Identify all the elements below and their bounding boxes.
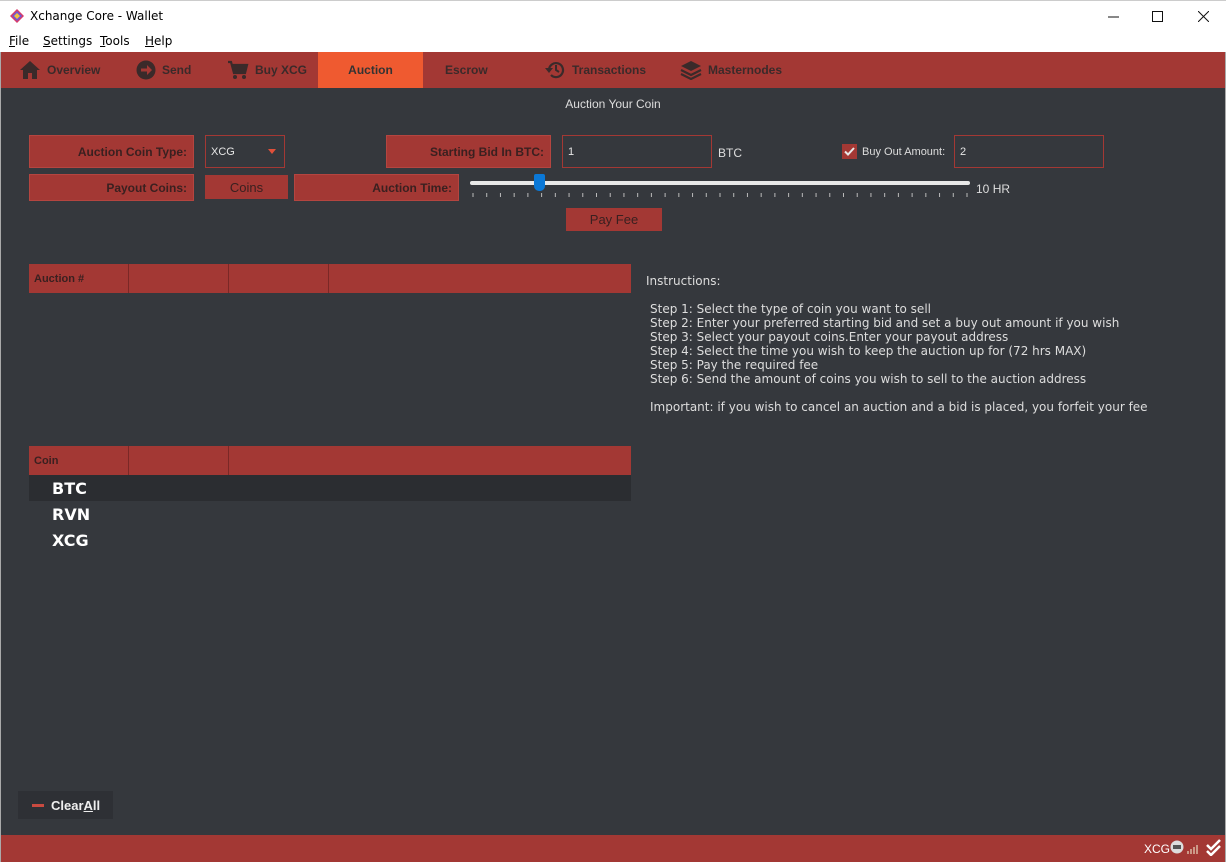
tab-escrow-label: Escrow: [445, 63, 488, 77]
auction-col-id[interactable]: Auction #: [29, 264, 129, 293]
table-row[interactable]: RVN: [29, 501, 631, 527]
instructions-steps: Step 1: Select the type of coin you want…: [650, 302, 1119, 386]
starting-bid-label: Starting Bid In BTC:: [386, 135, 551, 168]
tab-send[interactable]: Send: [136, 52, 191, 88]
cart-icon: [228, 60, 249, 79]
tab-escrow[interactable]: Escrow: [445, 52, 488, 88]
table-row[interactable]: BTC: [29, 475, 631, 501]
coin-col-2[interactable]: [129, 446, 229, 475]
title-bar: Xchange Core - Wallet: [0, 0, 1226, 31]
coin-col-3[interactable]: [229, 446, 631, 475]
maximize-icon: [1151, 11, 1163, 22]
tab-masternodes[interactable]: Masternodes: [680, 52, 782, 88]
coin-table-header: Coin: [29, 446, 631, 475]
checkmark-icon: [844, 147, 855, 156]
tab-auction-label: Auction: [348, 63, 393, 77]
close-button[interactable]: [1180, 1, 1226, 32]
synced-check-icon[interactable]: [1206, 839, 1222, 856]
hd-wallet-icon: [1170, 840, 1184, 854]
instruction-step: Step 1: Select the type of coin you want…: [650, 302, 931, 316]
starting-bid-input[interactable]: 1: [562, 135, 712, 168]
minimize-button[interactable]: [1090, 1, 1136, 32]
auction-time-value: 10 HR: [976, 182, 1010, 196]
tab-buy-xcg-label: Buy XCG: [255, 63, 308, 77]
auction-coin-type-select[interactable]: XCG: [205, 135, 285, 168]
tab-transactions-label: Transactions: [572, 63, 647, 77]
menu-settings[interactable]: Settings: [43, 34, 92, 48]
menu-settings-mnemonic: S: [43, 34, 51, 48]
menu-help-mnemonic: H: [145, 34, 155, 48]
tab-overview[interactable]: Overview: [19, 52, 100, 88]
tab-buy-xcg[interactable]: Buy XCG: [227, 52, 307, 88]
main-frame: Overview Send Buy XCG Auction Escrow Tra…: [0, 52, 1226, 862]
menu-tools-label: ools: [105, 34, 130, 48]
layers-icon: [680, 61, 702, 80]
status-unit[interactable]: XCG: [1144, 842, 1170, 856]
buyout-label: Buy Out Amount:: [862, 146, 946, 158]
close-icon: [1197, 11, 1209, 22]
connections-icon[interactable]: [1187, 841, 1200, 854]
menu-help[interactable]: Help: [145, 34, 172, 48]
tab-auction[interactable]: Auction: [318, 52, 423, 88]
auction-time-number: 10: [976, 182, 990, 196]
page-title: Auction Your Coin: [565, 97, 661, 111]
xchange-logo-icon: [10, 9, 24, 23]
menu-bar: File Settings Tools Help: [0, 31, 1226, 52]
home-icon: [20, 61, 40, 79]
menu-file-label: ile: [15, 34, 30, 48]
clear-all-mnemonic: A: [83, 797, 93, 813]
auction-coin-type-label: Auction Coin Type:: [29, 135, 194, 168]
clear-all-button[interactable]: Clear All: [18, 791, 113, 819]
minimize-icon: [1107, 16, 1119, 18]
minus-icon: [32, 803, 44, 807]
tab-overview-label: Overview: [47, 63, 101, 77]
nav-tabs: Overview Send Buy XCG Auction Escrow Tra…: [1, 52, 1225, 88]
instruction-step: Step 4: Select the time you wish to keep…: [650, 344, 1087, 358]
auction-col-3[interactable]: [229, 264, 329, 293]
coins-button[interactable]: Coins: [205, 175, 288, 199]
buyout-amount-input[interactable]: 2: [954, 135, 1104, 168]
instruction-step: Step 3: Select your payout coins.Enter y…: [650, 330, 1009, 344]
maximize-button[interactable]: [1134, 1, 1180, 32]
slider-ticks: [472, 193, 968, 197]
instructions-important: Important: if you wish to cancel an auct…: [650, 400, 1148, 414]
auction-coin-type-value: XCG: [211, 145, 235, 158]
menu-help-label: elp: [154, 34, 173, 48]
menu-tools[interactable]: Tools: [100, 34, 130, 48]
send-arrow-icon: [136, 60, 156, 80]
auction-table-header: Auction #: [29, 264, 631, 293]
clear-all-label: Clear: [51, 797, 84, 813]
instructions-title: Instructions:: [646, 274, 721, 288]
history-icon: [545, 62, 565, 79]
auction-time-slider-handle[interactable]: [533, 174, 545, 191]
menu-file[interactable]: File: [9, 34, 29, 48]
tab-masternodes-label: Masternodes: [708, 63, 783, 77]
auction-col-4[interactable]: [329, 264, 631, 293]
instruction-step: Step 2: Enter your preferred starting bi…: [650, 316, 1120, 330]
auction-time-slider[interactable]: [470, 181, 970, 185]
instruction-step: Step 6: Send the amount of coins you wis…: [650, 372, 1087, 386]
tab-send-label: Send: [162, 63, 192, 77]
buyout-checkbox[interactable]: [842, 144, 857, 159]
window-title: Xchange Core - Wallet: [30, 9, 164, 23]
table-row[interactable]: XCG: [29, 527, 631, 553]
payout-coins-label: Payout Coins:: [29, 174, 194, 201]
clear-all-label-rest: ll: [92, 797, 101, 813]
menu-settings-label: ettings: [50, 34, 93, 48]
starting-bid-unit: BTC: [718, 146, 742, 160]
auction-time-label: Auction Time:: [294, 174, 459, 201]
auction-time-unit: HR: [992, 182, 1011, 196]
pay-fee-button[interactable]: Pay Fee: [566, 208, 662, 231]
instruction-step: Step 5: Pay the required fee: [650, 358, 819, 372]
status-bar: XCG: [1, 835, 1225, 862]
dropdown-arrow-icon: [268, 149, 276, 154]
coin-col-name[interactable]: Coin: [29, 446, 129, 475]
auction-col-2[interactable]: [129, 264, 229, 293]
tab-transactions[interactable]: Transactions: [544, 52, 646, 88]
